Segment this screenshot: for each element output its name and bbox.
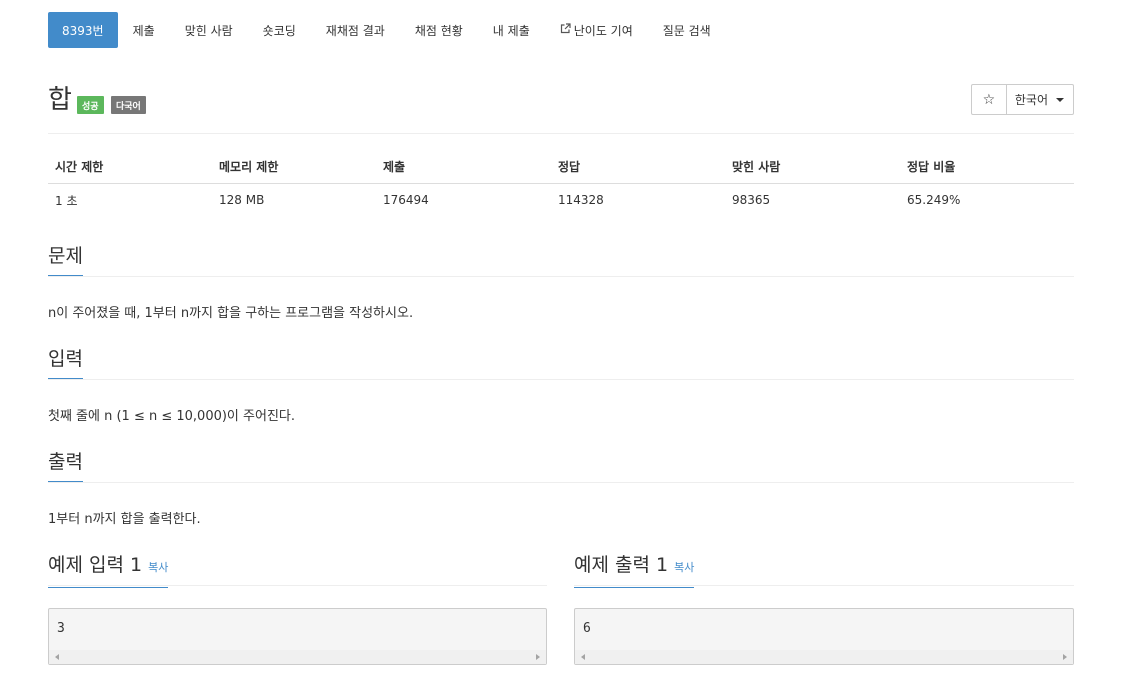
- header-submissions: 제출: [376, 151, 551, 184]
- tab-my-submissions[interactable]: 내 제출: [478, 12, 545, 48]
- section-title-input: 입력: [48, 346, 83, 379]
- memory-limit-value: 128 MB: [219, 193, 265, 208]
- scroll-right-icon[interactable]: [536, 654, 540, 660]
- input-section: 입력 첫째 줄에 n (1 ≤ n ≤ 10,000)이 주어진다.: [48, 346, 1074, 424]
- language-dropdown[interactable]: 한국어: [1006, 84, 1074, 115]
- sample-input-box[interactable]: 3: [48, 608, 547, 665]
- tab-solved-users[interactable]: 맞힌 사람: [170, 12, 248, 48]
- header-accept-ratio: 정답 비율: [900, 151, 1074, 184]
- scroll-right-icon[interactable]: [1063, 654, 1067, 660]
- divider: [48, 133, 1074, 134]
- caret-down-icon: [1056, 97, 1064, 102]
- problem-title: 합: [48, 85, 72, 115]
- table-header-row: 시간 제한 메모리 제한 제출 정답 맞힌 사람 정답 비율: [48, 151, 1074, 184]
- header-memory-limit: 메모리 제한: [212, 151, 376, 184]
- sample-output-title: 예제 출력 1: [574, 554, 669, 576]
- problem-description-section: 문제 n이 주어졌을 때, 1부터 n까지 합을 구하는 프로그램을 작성하시오…: [48, 243, 1074, 321]
- header-accepted: 정답: [551, 151, 725, 184]
- tab-problem-number[interactable]: 8393번: [48, 12, 118, 48]
- tab-short-coding[interactable]: 숏코딩: [248, 12, 311, 48]
- scroll-left-icon[interactable]: [55, 654, 59, 660]
- time-limit-value: 1 초: [55, 193, 78, 208]
- output-section: 출력 1부터 n까지 합을 출력한다.: [48, 449, 1074, 527]
- tab-difficulty-contribution[interactable]: 난이도 기여: [545, 12, 648, 48]
- sample-input-section: 예제 입력 1 복사 3: [48, 552, 547, 665]
- header-time-limit: 시간 제한: [48, 151, 212, 184]
- copy-sample-input-button[interactable]: 복사: [148, 561, 168, 574]
- sample-output-box[interactable]: 6: [574, 608, 1074, 665]
- language-label: 한국어: [1014, 93, 1048, 107]
- external-link-icon: [560, 23, 571, 37]
- sample-input-value: 3: [57, 621, 65, 636]
- favorite-button[interactable]: ☆: [970, 84, 1007, 115]
- tab-judge-status[interactable]: 채점 현황: [400, 12, 478, 48]
- sample-output-heading: 예제 출력 1 복사: [574, 552, 695, 588]
- problem-menu: 8393번 제출 맞힌 사람 숏코딩 재채점 결과 채점 현황 내 제출 난이도…: [48, 12, 726, 48]
- sample-output-value: 6: [583, 621, 591, 636]
- tab-submit[interactable]: 제출: [118, 12, 170, 48]
- status-badge-success: 성공: [77, 96, 104, 114]
- table-row: 1 초 128 MB 176494 114328 98365 65.249%: [48, 183, 1074, 217]
- horizontal-scrollbar[interactable]: [575, 650, 1073, 664]
- status-badge-multilang: 다국어: [111, 96, 146, 114]
- header-solved-users: 맞힌 사람: [725, 151, 900, 184]
- sample-input-title: 예제 입력 1: [48, 554, 143, 576]
- tab-question-search[interactable]: 질문 검색: [648, 12, 726, 48]
- input-description-text: 첫째 줄에 n (1 ≤ n ≤ 10,000)이 주어진다.: [48, 409, 295, 424]
- problem-header: 합 성공 다국어 ☆ 한국어: [48, 84, 1074, 124]
- scroll-left-icon[interactable]: [581, 654, 585, 660]
- horizontal-scrollbar[interactable]: [49, 650, 546, 664]
- accept-ratio-value: 65.249%: [907, 193, 961, 208]
- problem-actions: ☆ 한국어: [970, 84, 1074, 115]
- star-icon: ☆: [982, 91, 996, 108]
- problem-info-table: 시간 제한 메모리 제한 제출 정답 맞힌 사람 정답 비율 1 초 128 M…: [48, 151, 1074, 217]
- sample-input-heading: 예제 입력 1 복사: [48, 552, 169, 588]
- output-description-text: 1부터 n까지 합을 출력한다.: [48, 512, 201, 527]
- section-title-output: 출력: [48, 449, 83, 482]
- copy-sample-output-button[interactable]: 복사: [674, 561, 694, 574]
- accepted-value: 114328: [558, 193, 604, 208]
- problem-description-text: n이 주어졌을 때, 1부터 n까지 합을 구하는 프로그램을 작성하시오.: [48, 306, 414, 321]
- submissions-value: 176494: [383, 193, 429, 208]
- section-title-problem: 문제: [48, 243, 83, 276]
- solved-users-value: 98365: [732, 193, 771, 208]
- sample-output-section: 예제 출력 1 복사 6: [574, 552, 1074, 665]
- tab-rejudge-results[interactable]: 재채점 결과: [311, 12, 400, 48]
